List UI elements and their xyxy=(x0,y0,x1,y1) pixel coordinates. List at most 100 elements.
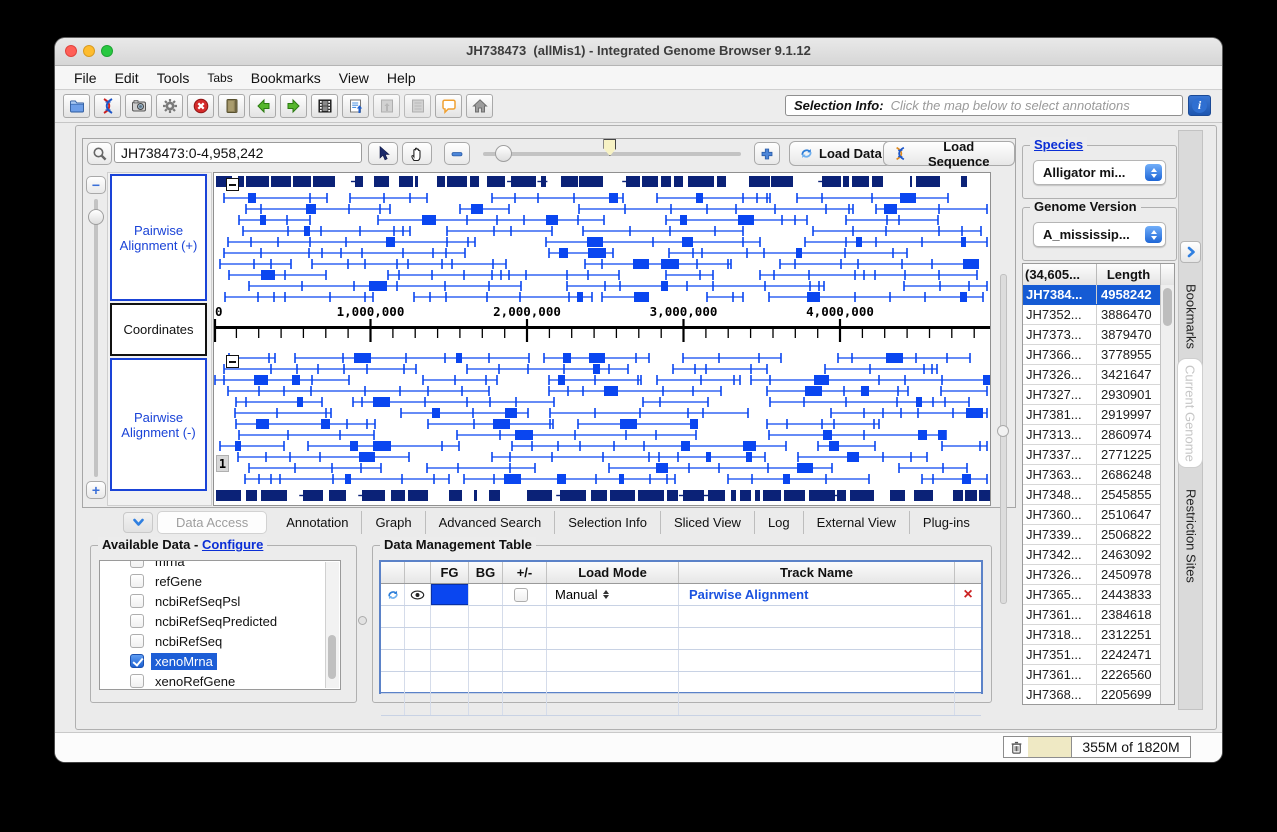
tab-graph[interactable]: Graph xyxy=(362,511,425,534)
vertical-zoom-thumb[interactable] xyxy=(88,209,104,225)
sequence-row[interactable]: JH7384...4958242 xyxy=(1023,285,1160,305)
load-mode-cell[interactable]: Manual xyxy=(547,584,679,605)
canvas-scrollbar-thumb[interactable] xyxy=(997,425,1009,437)
side-tab-bookmarks[interactable]: Bookmarks xyxy=(1179,278,1203,356)
menu-bookmarks[interactable]: Bookmarks xyxy=(242,68,330,88)
fg-color-swatch[interactable] xyxy=(431,584,468,605)
sequence-row[interactable]: JH7366...3778955 xyxy=(1023,345,1160,365)
dataset-checkbox[interactable] xyxy=(130,560,144,568)
info-button[interactable]: i xyxy=(1188,95,1211,116)
tab-advanced-search[interactable]: Advanced Search xyxy=(426,511,556,534)
column-header--[interactable]: +/- xyxy=(503,562,547,583)
sequence-row[interactable]: JH7363...2686248 xyxy=(1023,465,1160,485)
garbage-collect-button[interactable] xyxy=(1004,739,1028,755)
sequence-row[interactable]: JH7326...2450978 xyxy=(1023,565,1160,585)
menu-help[interactable]: Help xyxy=(378,68,425,88)
vertical-zoom-out-button[interactable]: − xyxy=(86,176,106,194)
select-tool-button[interactable] xyxy=(368,142,398,165)
alignment-canvas[interactable]: 01,000,0002,000,0003,000,0004,000,000 1 xyxy=(213,172,991,506)
delete-track-button[interactable]: × xyxy=(955,584,981,605)
tab-sliced-view[interactable]: Sliced View xyxy=(661,511,755,534)
column-header-blank[interactable] xyxy=(405,562,431,583)
pan-tool-button[interactable] xyxy=(402,142,432,165)
available-data-scrollbar[interactable] xyxy=(325,562,339,688)
column-header-blank[interactable] xyxy=(381,562,405,583)
dataset-checkbox[interactable] xyxy=(130,594,144,608)
column-header-blank[interactable] xyxy=(955,562,981,583)
toolbar-bookmark-book-button[interactable] xyxy=(218,94,245,118)
toolbar-preferences-gear-button[interactable] xyxy=(156,94,183,118)
toolbar-forward-arrow-button[interactable] xyxy=(280,94,307,118)
sequence-row[interactable]: JH7361...2384618 xyxy=(1023,605,1160,625)
sequence-table-scrollbar[interactable] xyxy=(1160,285,1174,704)
dataset-checkbox[interactable] xyxy=(130,634,144,648)
sequence-row[interactable]: JH7313...2860974 xyxy=(1023,425,1160,445)
menu-tabs[interactable]: Tabs xyxy=(198,69,241,87)
sequence-row[interactable]: JH7342...2463092 xyxy=(1023,545,1160,565)
dataset-checkbox[interactable] xyxy=(130,574,144,588)
collapse-plus-track-icon[interactable] xyxy=(226,178,239,191)
sequence-row[interactable]: JH7348...2545855 xyxy=(1023,485,1160,505)
zoom-out-button[interactable] xyxy=(444,142,470,165)
track-visibility-toggle[interactable] xyxy=(405,584,431,605)
vertical-zoom-slider[interactable] xyxy=(94,199,98,477)
sequence-row[interactable]: JH7365...2443833 xyxy=(1023,585,1160,605)
seq-name-header[interactable]: (34,605... xyxy=(1023,264,1097,285)
vertical-zoom-in-button[interactable]: + xyxy=(86,481,106,499)
column-header-load-mode[interactable]: Load Mode xyxy=(547,562,679,583)
zoom-slider-thumb[interactable] xyxy=(495,145,512,162)
side-tab-restriction-sites[interactable]: Restriction Sites xyxy=(1179,472,1203,600)
toolbar-dna-button[interactable] xyxy=(94,94,121,118)
load-sequence-button[interactable]: Load Sequence xyxy=(883,141,1015,166)
configure-link[interactable]: Configure xyxy=(202,537,263,552)
sequence-row[interactable]: JH7361...2226560 xyxy=(1023,665,1160,685)
column-header-bg[interactable]: BG xyxy=(469,562,503,583)
fg-color-cell[interactable] xyxy=(431,584,469,605)
collapse-minus-track-icon[interactable] xyxy=(226,355,239,368)
track-label-coordinates[interactable]: Coordinates xyxy=(110,303,207,356)
dataset-item-xenoMrna[interactable]: xenoMrna xyxy=(100,651,340,671)
collapse-bottom-panel-button[interactable] xyxy=(123,512,153,533)
scrollbar-thumb[interactable] xyxy=(1163,288,1172,326)
dataset-item-xenoRefGene[interactable]: xenoRefGene xyxy=(100,671,340,690)
toolbar-home-button[interactable] xyxy=(466,94,493,118)
sequence-row[interactable]: JH7352...3886470 xyxy=(1023,305,1160,325)
toolbar-film-button[interactable] xyxy=(311,94,338,118)
track-label-pairwise-minus[interactable]: Pairwise Alignment (-) xyxy=(110,358,207,491)
menu-edit[interactable]: Edit xyxy=(106,68,148,88)
sequence-row[interactable]: JH7381...2919997 xyxy=(1023,405,1160,425)
sequence-row[interactable]: JH7368...2205699 xyxy=(1023,685,1160,704)
column-header-fg[interactable]: FG xyxy=(431,562,469,583)
tab-log[interactable]: Log xyxy=(755,511,804,534)
sequence-row[interactable]: JH7373...3879470 xyxy=(1023,325,1160,345)
sequence-row[interactable]: JH7360...2510647 xyxy=(1023,505,1160,525)
dataset-item-ncbiRefSeq[interactable]: ncbiRefSeq xyxy=(100,631,340,651)
tab-annotation[interactable]: Annotation xyxy=(273,511,362,534)
toolbar-camera-button[interactable] xyxy=(125,94,152,118)
sequence-row[interactable]: JH7318...2312251 xyxy=(1023,625,1160,645)
load-data-button[interactable]: Load Data xyxy=(789,141,892,166)
menu-view[interactable]: View xyxy=(330,68,378,88)
search-button[interactable] xyxy=(87,142,112,165)
dataset-checkbox[interactable] xyxy=(130,614,144,628)
sequence-row[interactable]: JH7351...2242471 xyxy=(1023,645,1160,665)
toolbar-comment-bubble-button[interactable] xyxy=(435,94,462,118)
sequence-row[interactable]: JH7339...2506822 xyxy=(1023,525,1160,545)
splitter-handle[interactable] xyxy=(358,616,367,625)
tab-external-view[interactable]: External View xyxy=(804,511,910,534)
dataset-item-mrna[interactable]: mrna xyxy=(100,560,340,571)
toolbar-back-arrow-button[interactable] xyxy=(249,94,276,118)
sequence-row[interactable]: JH7326...3421647 xyxy=(1023,365,1160,385)
tab-selection-info[interactable]: Selection Info xyxy=(555,511,661,534)
side-tab-current-genome[interactable]: Current Genome xyxy=(1177,358,1203,468)
species-link[interactable]: Species xyxy=(1034,137,1083,152)
dataset-item-ncbiRefSeqPsl[interactable]: ncbiRefSeqPsl xyxy=(100,591,340,611)
toolbar-export-report-button[interactable] xyxy=(342,94,369,118)
toolbar-open-file-button[interactable] xyxy=(63,94,90,118)
bg-color-cell[interactable] xyxy=(469,584,503,605)
track-name-cell[interactable]: Pairwise Alignment xyxy=(679,584,955,605)
tab-data-access[interactable]: Data Access xyxy=(157,511,267,534)
menu-tools[interactable]: Tools xyxy=(148,68,199,88)
dataset-checkbox[interactable] xyxy=(130,654,144,668)
zoom-in-button[interactable] xyxy=(754,142,780,165)
